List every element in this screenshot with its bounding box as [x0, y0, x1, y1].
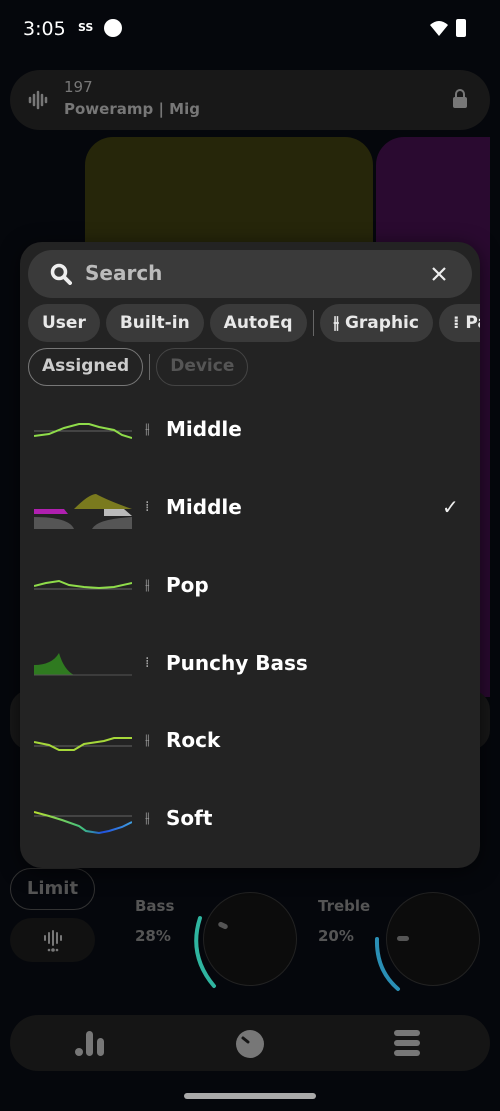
- bottom-nav: [10, 1015, 490, 1071]
- clock: 3:05: [23, 18, 66, 40]
- chip-assigned[interactable]: Assigned: [28, 348, 144, 386]
- preset-item[interactable]: ⫲ Pop: [20, 549, 480, 627]
- parametric-eq-icon: ⁞: [452, 313, 466, 333]
- preset-name: Middle: [166, 417, 242, 441]
- parametric-eq-icon: ⁞: [145, 655, 150, 671]
- chip-built-in[interactable]: Built-in: [105, 304, 204, 342]
- chip-autoeq[interactable]: AutoEq: [209, 304, 307, 342]
- visualizer-button[interactable]: [10, 918, 95, 962]
- preset-item[interactable]: ⫲ Middle: [20, 393, 480, 471]
- chip-divider: [149, 354, 151, 380]
- preset-name: Pop: [166, 573, 209, 597]
- search-input[interactable]: Search: [28, 250, 472, 298]
- preset-name: Punchy Bass: [166, 651, 308, 675]
- chip-device: Device: [156, 348, 249, 386]
- chip-parametric-label: Pa: [465, 313, 480, 333]
- chip-parametric[interactable]: ⁞ Pa: [438, 304, 480, 342]
- bass-value: 28%: [135, 927, 171, 945]
- chip-graphic-label: Graphic: [344, 313, 419, 333]
- graphic-eq-icon: ⫲: [145, 421, 150, 437]
- graphic-eq-icon: ⫲: [145, 732, 150, 748]
- preset-header[interactable]: 197 Poweramp | Mig: [10, 70, 490, 130]
- graphic-eq-icon: ⫲: [145, 810, 150, 826]
- preset-name: Soft: [166, 806, 213, 830]
- limit-button[interactable]: Limit: [10, 868, 95, 910]
- preset-number: 197: [64, 78, 93, 96]
- search-placeholder: Search: [85, 261, 163, 285]
- preset-title: Poweramp | Mig: [64, 100, 200, 118]
- menu-icon[interactable]: [394, 1030, 422, 1056]
- preset-picker-popup: Search User Built-in AutoEq ⫲ Graphic ⁞ …: [20, 242, 480, 868]
- preset-curve-thumbnail: [34, 811, 132, 835]
- check-icon: ✓: [442, 495, 459, 519]
- equalizer-icon[interactable]: [74, 1029, 108, 1057]
- graphic-eq-icon: ⫲: [145, 577, 150, 593]
- preset-item[interactable]: ⫲ Soft: [20, 782, 480, 860]
- parametric-eq-icon: ⁞: [145, 499, 150, 515]
- preset-curve-thumbnail: [34, 423, 132, 439]
- preset-curve-thumbnail: [34, 579, 132, 590]
- secondary-filters: Assigned Device: [28, 348, 249, 386]
- preset-name: Middle: [166, 495, 242, 519]
- tone-knob-icon[interactable]: [235, 1029, 265, 1059]
- chip-divider: [312, 310, 314, 336]
- close-icon[interactable]: [431, 266, 447, 282]
- bass-label: Bass: [135, 897, 175, 915]
- preset-curve-thumbnail: [34, 653, 132, 676]
- filter-chips: User Built-in AutoEq ⫲ Graphic ⁞ Pa: [28, 304, 480, 344]
- preset-item[interactable]: ⫲ Rock: [20, 704, 480, 782]
- home-indicator[interactable]: [184, 1093, 316, 1099]
- preset-item[interactable]: ⁞ Punchy Bass: [20, 627, 480, 705]
- wifi-icon: [430, 21, 448, 36]
- preset-item-selected[interactable]: ⁞ Middle ✓: [20, 471, 480, 549]
- treble-level-arc: [374, 937, 400, 991]
- sxs-icon: SS: [78, 21, 94, 34]
- graphic-eq-icon: ⫲: [333, 313, 345, 333]
- preset-curve-thumbnail: [34, 494, 132, 529]
- chip-user[interactable]: User: [28, 304, 100, 342]
- preset-curve-thumbnail: [34, 737, 132, 751]
- waveform-icon: [44, 930, 62, 952]
- waveform-icon: [28, 90, 48, 110]
- treble-label: Treble: [318, 897, 371, 915]
- preset-name: Rock: [166, 728, 221, 752]
- status-bar: 3:05 SS: [0, 18, 500, 42]
- battery-charging-icon: [456, 19, 466, 37]
- treble-value: 20%: [318, 927, 354, 945]
- bass-level-arc: [194, 916, 216, 988]
- chip-graphic[interactable]: ⫲ Graphic: [319, 304, 433, 342]
- equalizer-app-icon: [104, 19, 122, 37]
- search-icon: [50, 263, 72, 285]
- lock-icon[interactable]: [452, 88, 468, 108]
